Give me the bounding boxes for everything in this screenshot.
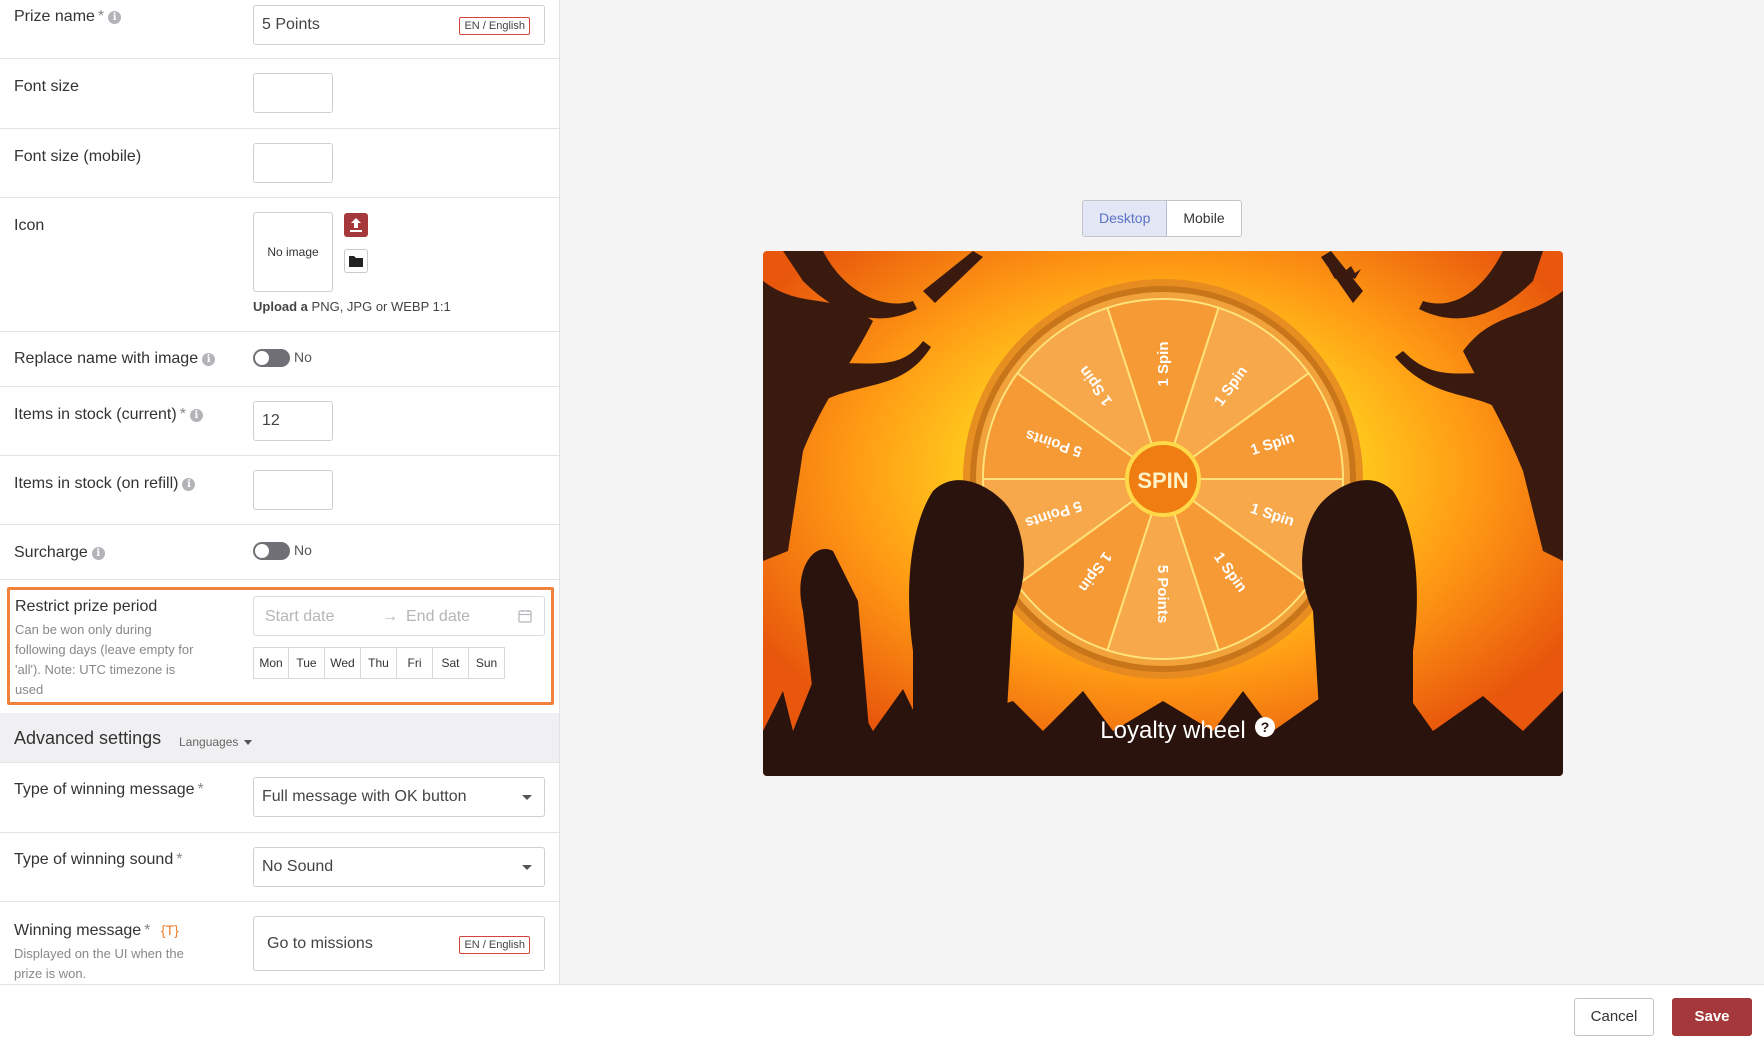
languages-dropdown[interactable]: Languages	[179, 735, 252, 749]
winning-message-help: Displayed on the UI when the prize is wo…	[14, 946, 184, 981]
info-icon: i	[202, 353, 216, 366]
winning-message-type-select[interactable]: Full message with OK button	[253, 777, 545, 817]
folder-icon[interactable]	[344, 249, 368, 273]
wheel-segment-label: 5 Points	[1154, 565, 1171, 623]
stock-refill-label: Items in stock (on refill) i	[14, 475, 196, 493]
prize-form-panel: Prize name * i 5 Points EN / English Font …	[0, 0, 560, 984]
prize-wheel: 1 Spin 1 Spin1 Spin1 Spin1 Spin5 Points1 …	[963, 279, 1363, 679]
weekday-wed[interactable]: Wed	[325, 647, 361, 679]
winning-message-row: Winning message * {T} Displayed on the UI…	[0, 902, 559, 984]
device-switch: Desktop Mobile	[1082, 200, 1242, 237]
weekday-mon[interactable]: Mon	[253, 647, 289, 679]
weekday-tue[interactable]: Tue	[289, 647, 325, 679]
question-circle-icon[interactable]: ?	[1255, 717, 1275, 737]
replace-name-state: No	[294, 349, 312, 365]
upload-hint: Upload a PNG, JPG or WEBP 1:1	[253, 299, 451, 314]
restrict-period-label: Restrict prize period	[15, 598, 158, 615]
chevron-down-icon	[243, 740, 252, 745]
start-date-input[interactable]: Start date	[265, 608, 334, 626]
winning-message-type-label: Type of winning message *	[14, 781, 204, 798]
info-icon: i	[91, 547, 105, 560]
restrict-period-help: Can be won only during following days (l…	[15, 622, 194, 697]
tab-mobile[interactable]: Mobile	[1167, 201, 1240, 236]
svg-text:?: ?	[1261, 719, 1270, 735]
spin-button[interactable]: SPIN	[1137, 468, 1188, 493]
stock-refill-input[interactable]	[253, 470, 333, 510]
font-size-mobile-row: Font size (mobile)	[0, 129, 559, 198]
range-arrow: →	[382, 608, 398, 625]
info-icon: i	[189, 409, 203, 422]
winning-sound-type-select[interactable]: No Sound	[253, 847, 545, 887]
translation-token[interactable]: {T}	[161, 922, 179, 938]
winning-sound-type-row: Type of winning sound * No Sound	[0, 833, 559, 902]
replace-name-row: Replace name with image i No	[0, 332, 559, 387]
replace-name-label: Replace name with image i	[14, 350, 216, 368]
chevron-down-icon	[522, 865, 532, 870]
font-size-label: Font size	[14, 78, 79, 95]
info-icon: i	[108, 11, 122, 24]
stock-refill-row: Items in stock (on refill) i	[0, 456, 559, 525]
weekday-sun[interactable]: Sun	[469, 647, 505, 679]
stock-current-input[interactable]: 12	[253, 401, 333, 441]
chevron-down-icon	[522, 795, 532, 800]
upload-icon[interactable]	[344, 213, 368, 237]
weekday-selector: Mon Tue Wed Thu Fri Sat Sun	[253, 647, 505, 679]
winning-sound-type-label: Type of winning sound *	[14, 851, 183, 868]
font-size-row: Font size	[0, 59, 559, 129]
winning-message-label: Winning message * {T}	[14, 922, 179, 939]
weekday-fri[interactable]: Fri	[397, 647, 433, 679]
tab-desktop[interactable]: Desktop	[1083, 201, 1168, 236]
advanced-settings-title: Advanced settings	[14, 728, 162, 748]
prize-name-input[interactable]: 5 Points EN / English	[253, 5, 545, 45]
surcharge-toggle[interactable]	[253, 542, 290, 560]
weekday-sat[interactable]: Sat	[433, 647, 469, 679]
wheel-title: Loyalty wheel	[1100, 717, 1245, 744]
surcharge-label: Surcharge i	[14, 544, 105, 562]
language-badge[interactable]: EN / English	[459, 17, 530, 35]
prize-name-row: Prize name * i 5 Points EN / English	[0, 0, 559, 59]
end-date-input[interactable]: End date	[406, 608, 470, 626]
save-button[interactable]: Save	[1672, 998, 1752, 1036]
date-range-picker[interactable]: Start date → End date	[253, 596, 545, 636]
font-size-mobile-input[interactable]	[253, 143, 333, 183]
font-size-input[interactable]	[253, 73, 333, 113]
replace-name-toggle[interactable]	[253, 349, 290, 367]
icon-image-placeholder: No image	[253, 212, 333, 292]
prize-name-label: Prize name * i	[14, 8, 122, 26]
halloween-wheel-scene: 1 Spin 1 Spin1 Spin1 Spin1 Spin5 Points1 …	[763, 251, 1563, 776]
font-size-mobile-label: Font size (mobile)	[14, 148, 142, 165]
wheel-segment-label: 1 Spin	[1155, 341, 1172, 386]
restrict-period-section: Restrict prize period Can be won only du…	[7, 587, 554, 705]
form-footer: Cancel Save	[0, 984, 1764, 1044]
stock-current-label: Items in stock (current) * i	[14, 406, 203, 424]
wheel-preview: 1 Spin 1 Spin 1 Spin 1 Spin 1 Spin 5 Points 1 …	[763, 251, 1563, 776]
cancel-button[interactable]: Cancel	[1574, 998, 1654, 1036]
icon-row: Icon No image Upload a PNG, JPG or WEBP …	[0, 198, 559, 332]
icon-label: Icon	[14, 217, 45, 234]
winning-message-input[interactable]: Go to missions EN / English	[253, 916, 545, 971]
advanced-settings-header: Advanced settings Languages	[0, 713, 559, 763]
calendar-icon[interactable]	[518, 609, 532, 628]
surcharge-row: Surcharge i No	[0, 525, 559, 580]
stock-current-row: Items in stock (current) * i 12	[0, 387, 559, 456]
language-badge[interactable]: EN / English	[459, 936, 530, 954]
info-icon: i	[182, 478, 196, 491]
winning-message-type-row: Type of winning message * Full message wi…	[0, 763, 559, 833]
surcharge-state: No	[294, 542, 312, 558]
weekday-thu[interactable]: Thu	[361, 647, 397, 679]
